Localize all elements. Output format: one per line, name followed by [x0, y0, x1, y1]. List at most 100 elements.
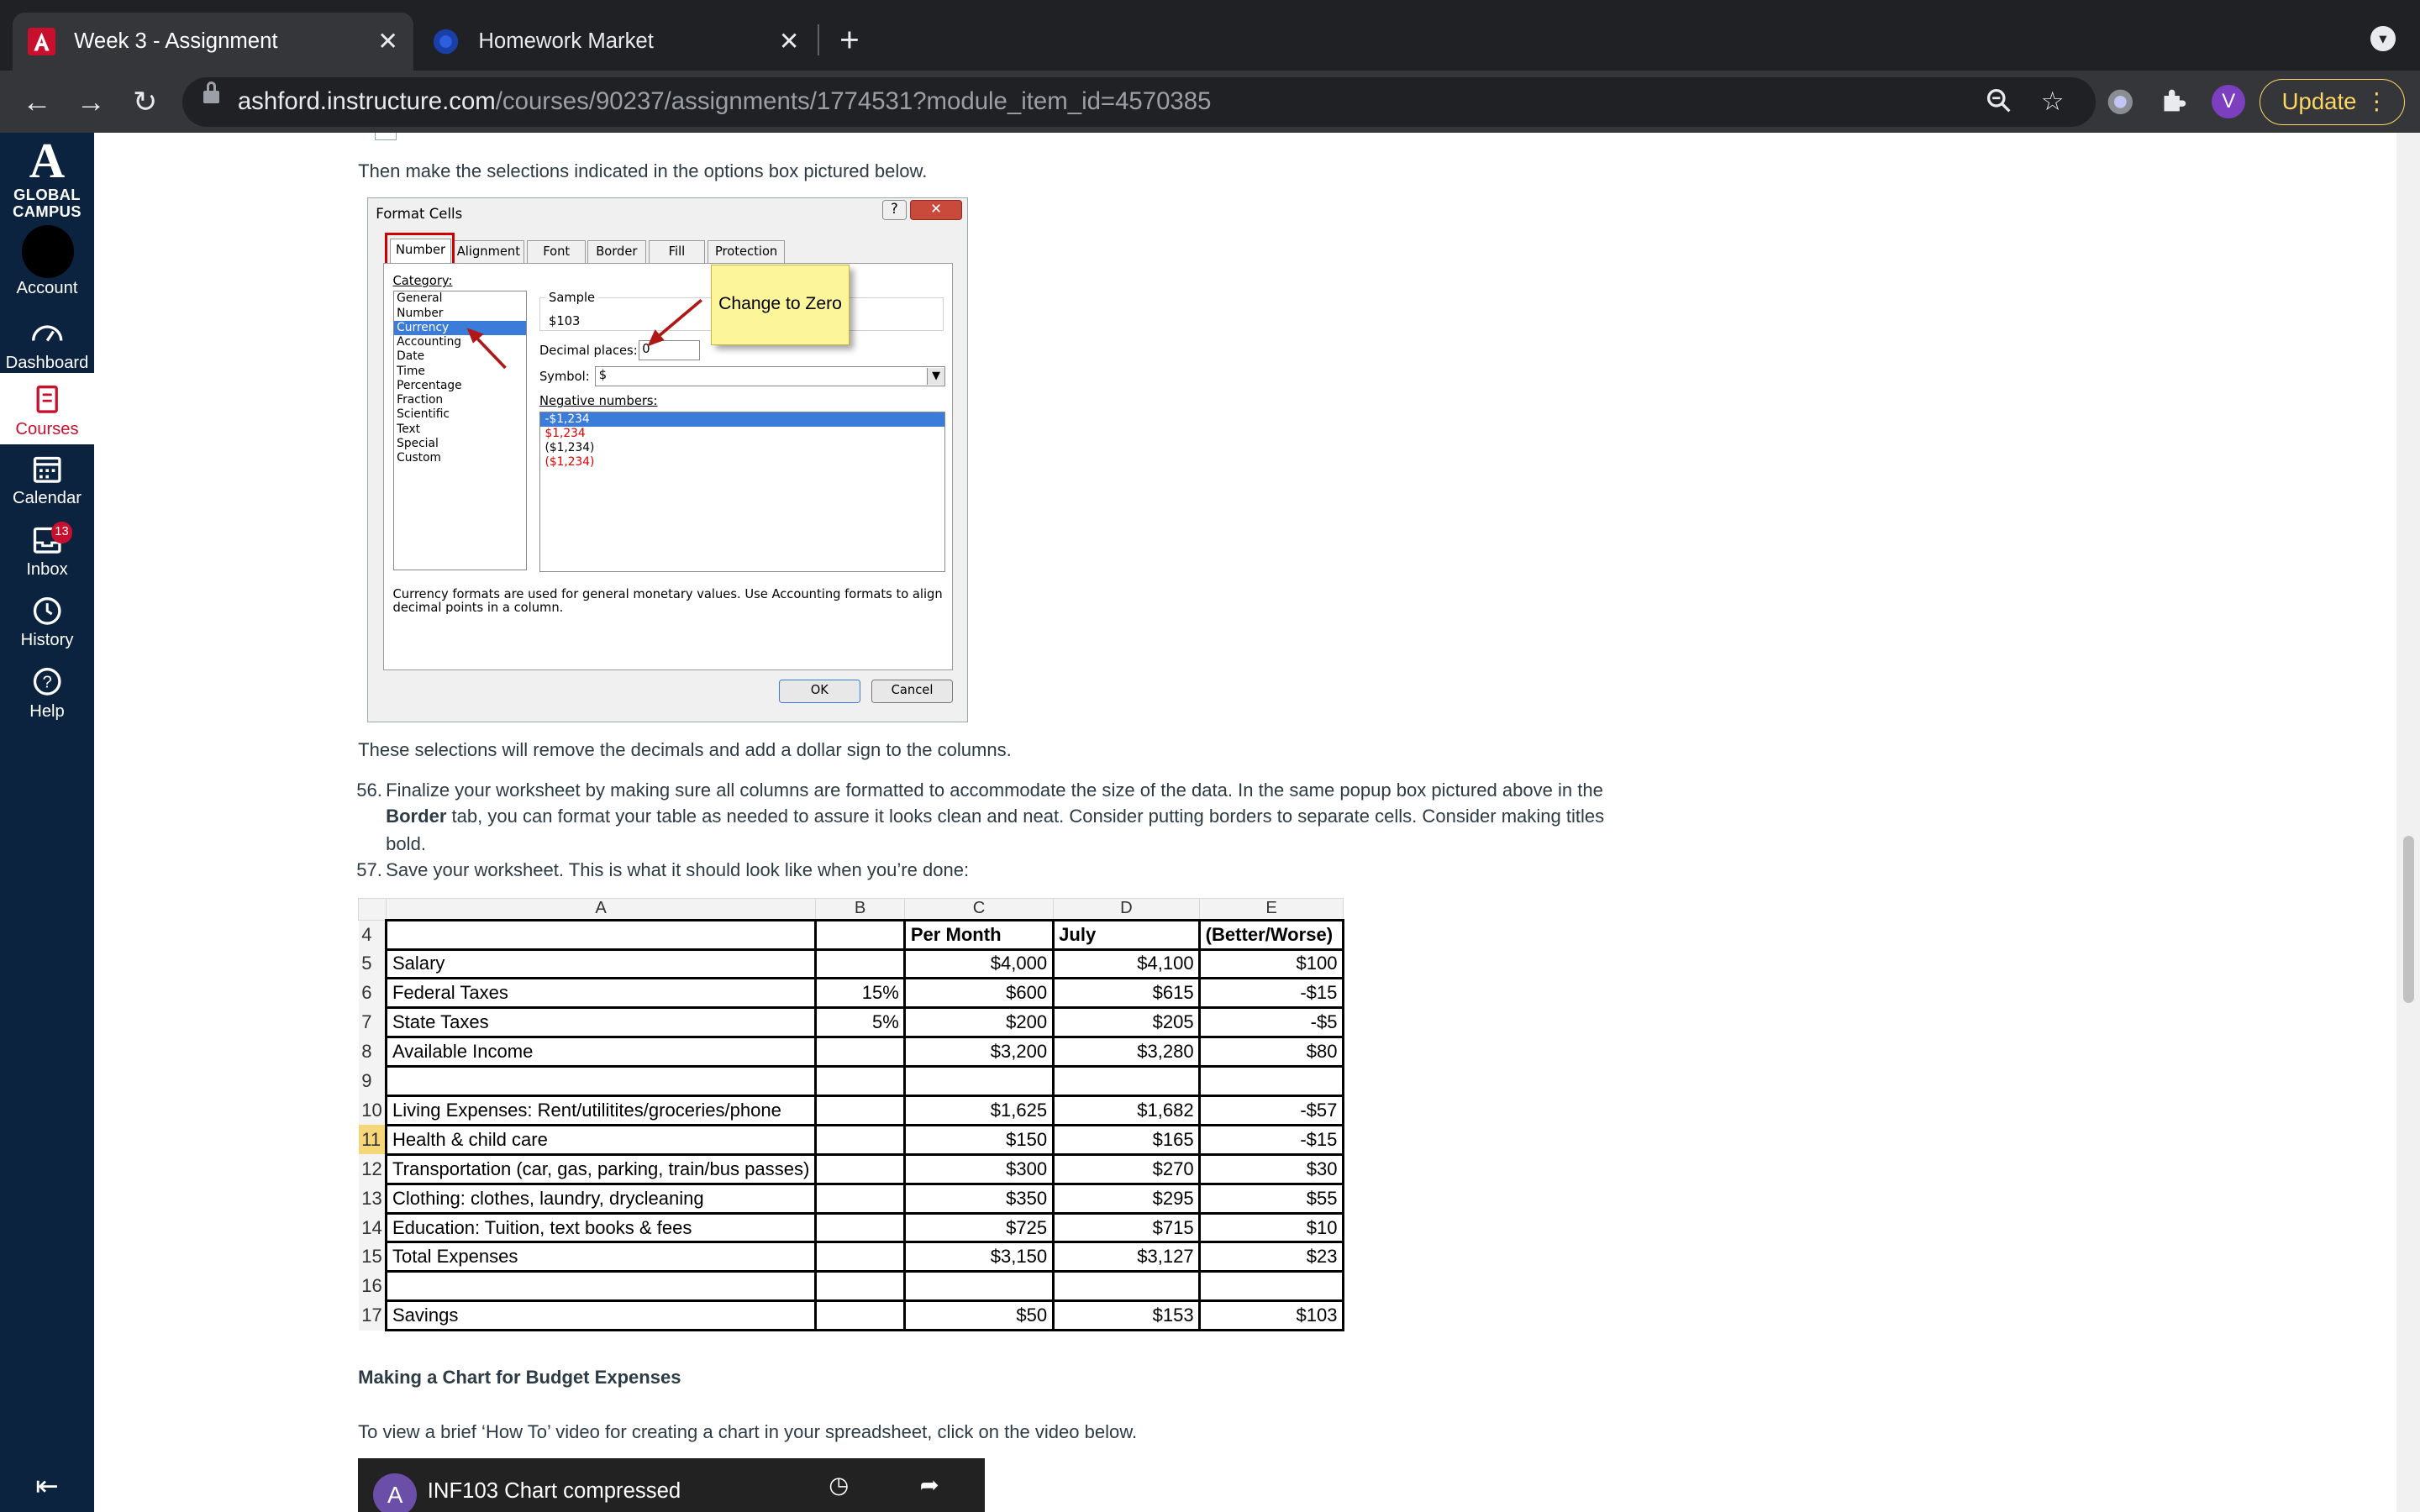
- close-tab-icon[interactable]: ✕: [377, 27, 398, 56]
- watch-later-clock-icon[interactable]: ◷: [829, 1472, 849, 1499]
- cell-c: [903, 1270, 1055, 1303]
- nav-help[interactable]: ? Help: [0, 666, 94, 721]
- video-title[interactable]: INF103 Chart compressed: [428, 1479, 681, 1504]
- new-tab-icon[interactable]: +: [839, 20, 860, 60]
- column-header: E: [1199, 897, 1344, 921]
- profile-avatar[interactable]: V: [2211, 85, 2246, 119]
- cell-a: Clothing: clothes, laundry, drycleaning: [385, 1182, 817, 1215]
- table-row: 14 Education: Tuition, text books & fees $…: [358, 1211, 1344, 1244]
- cell-b: [813, 1095, 907, 1126]
- help-question-icon: ?: [33, 668, 61, 696]
- nav-inbox[interactable]: 13 Inbox: [0, 521, 94, 579]
- cell-c: $1,625: [903, 1095, 1055, 1126]
- table-row: 8 Available Income $3,200 $3,280 $80: [358, 1036, 1344, 1068]
- nav-dashboard[interactable]: Dashboard: [0, 318, 94, 372]
- close-tab-icon[interactable]: ✕: [779, 27, 800, 56]
- cell-a: Living Expenses: Rent/utilitites/groceri…: [385, 1095, 817, 1126]
- courses-book-icon: [36, 386, 58, 414]
- nav-label: Dashboard: [5, 353, 89, 372]
- cell-b: [813, 1182, 907, 1215]
- row-number: 15: [358, 1242, 387, 1272]
- cell-b: [813, 1270, 907, 1303]
- tab-title: Week 3 - Assignment: [74, 29, 278, 54]
- step-56-number: 56.: [356, 779, 382, 801]
- account-avatar[interactable]: [21, 225, 75, 278]
- cell-e: [1198, 1065, 1344, 1097]
- step-56-line3: bold.: [386, 832, 426, 854]
- cell-d: $165: [1051, 1123, 1202, 1156]
- corner-cell: [358, 897, 387, 921]
- cell-c: $600: [903, 977, 1055, 1010]
- cell-d: $615: [1051, 977, 1202, 1010]
- cell-e: (Better/Worse): [1198, 918, 1344, 951]
- row-number: 6: [358, 978, 387, 1008]
- cell-a: State Taxes: [385, 1006, 817, 1039]
- cell-b: [813, 1123, 907, 1156]
- cell-c: [903, 1065, 1055, 1097]
- cell-c: $200: [903, 1006, 1055, 1039]
- cell-a: Total Expenses: [385, 1241, 817, 1273]
- nav-calendar[interactable]: Calendar: [0, 454, 94, 508]
- tab-title: Homework Market: [478, 29, 654, 54]
- cell-b: [813, 1152, 907, 1185]
- row-number: 9: [358, 1066, 387, 1096]
- calendar-icon: [33, 456, 61, 483]
- nav-history[interactable]: History: [0, 596, 94, 650]
- cell-b: [813, 1241, 907, 1273]
- extension-circle-icon[interactable]: [2105, 87, 2136, 118]
- back-icon[interactable]: ←: [15, 81, 58, 123]
- cell-a: Federal Taxes: [385, 977, 817, 1010]
- cell-e: $30: [1198, 1152, 1344, 1185]
- step-57-text: Save your worksheet. This is what it sho…: [386, 859, 970, 881]
- forward-icon[interactable]: →: [70, 81, 113, 123]
- row-number: 5: [358, 949, 387, 979]
- zoom-icon[interactable]: [1983, 87, 2014, 118]
- cell-b: 15%: [813, 977, 907, 1010]
- tab-divider: [818, 24, 820, 56]
- tab-homework-market[interactable]: Homework Market ✕: [417, 13, 815, 71]
- row-number: 16: [358, 1271, 387, 1301]
- table-row: 7 State Taxes 5% $200 $205 -$5: [358, 1006, 1344, 1039]
- column-header: D: [1052, 897, 1201, 921]
- collapse-nav-icon[interactable]: ⇤: [0, 1469, 94, 1503]
- cell-d: July: [1051, 918, 1202, 951]
- cell-b: 5%: [813, 1006, 907, 1039]
- cell-a: Available Income: [385, 1036, 817, 1068]
- update-button[interactable]: Update ⋮: [2259, 78, 2405, 125]
- logo-glyph: A: [29, 134, 66, 189]
- nav-courses[interactable]: Courses: [0, 373, 95, 444]
- table-row: 17 Savings $50 $153 $103: [358, 1299, 1344, 1332]
- extensions-puzzle-icon[interactable]: [2158, 87, 2189, 118]
- video-player[interactable]: A INF103 Chart compressed ◷ ➦: [358, 1457, 985, 1512]
- nav-label: Inbox: [26, 559, 68, 579]
- more-menu-icon[interactable]: ⋮: [2365, 80, 2389, 123]
- share-arrow-icon[interactable]: ➦: [920, 1472, 939, 1499]
- tab-week3-assignment[interactable]: Week 3 - Assignment ✕: [12, 12, 414, 71]
- nav-label: Courses: [15, 419, 79, 438]
- global-campus-logo[interactable]: A GLOBAL CAMPUS: [6, 137, 87, 220]
- scrollbar-thumb[interactable]: [2402, 836, 2414, 1003]
- video-channel-avatar: A: [373, 1473, 417, 1512]
- cell-a: [385, 918, 817, 951]
- cell-c: $150: [903, 1123, 1055, 1156]
- cell-e: $55: [1198, 1182, 1344, 1215]
- logo-line1: GLOBAL: [13, 186, 81, 204]
- nav-label: History: [20, 631, 74, 650]
- worksheet-table-image: A B C D E 4 Per Month July (Better/Worse) 5 S…: [358, 897, 1344, 1332]
- address-bar[interactable]: ashford.instructure.com/courses/90237/as…: [182, 76, 2096, 127]
- table-row: 12 Transportation (car, gas, parking, tra…: [358, 1152, 1344, 1185]
- tab-search-chevron-icon[interactable]: ▾: [2370, 26, 2396, 51]
- step-56-line2: Border tab, you can format your table as…: [386, 805, 1605, 827]
- table-row: 15 Total Expenses $3,150 $3,127 $23: [358, 1241, 1344, 1273]
- row-number: 11: [358, 1125, 387, 1155]
- sheet-body: 4 Per Month July (Better/Worse) 5 Salary $4,00…: [358, 918, 1344, 1332]
- page-scrollbar[interactable]: [2396, 132, 2420, 1512]
- cell-c: $3,150: [903, 1241, 1055, 1273]
- table-row: 16: [358, 1270, 1344, 1303]
- bookmark-star-icon[interactable]: ☆: [2037, 87, 2068, 118]
- cell-d: $205: [1051, 1006, 1202, 1039]
- cell-b: [813, 1299, 907, 1332]
- reload-icon[interactable]: ↻: [124, 81, 166, 123]
- cell-a: Transportation (car, gas, parking, train…: [385, 1152, 817, 1185]
- nav-account[interactable]: Account: [0, 279, 94, 298]
